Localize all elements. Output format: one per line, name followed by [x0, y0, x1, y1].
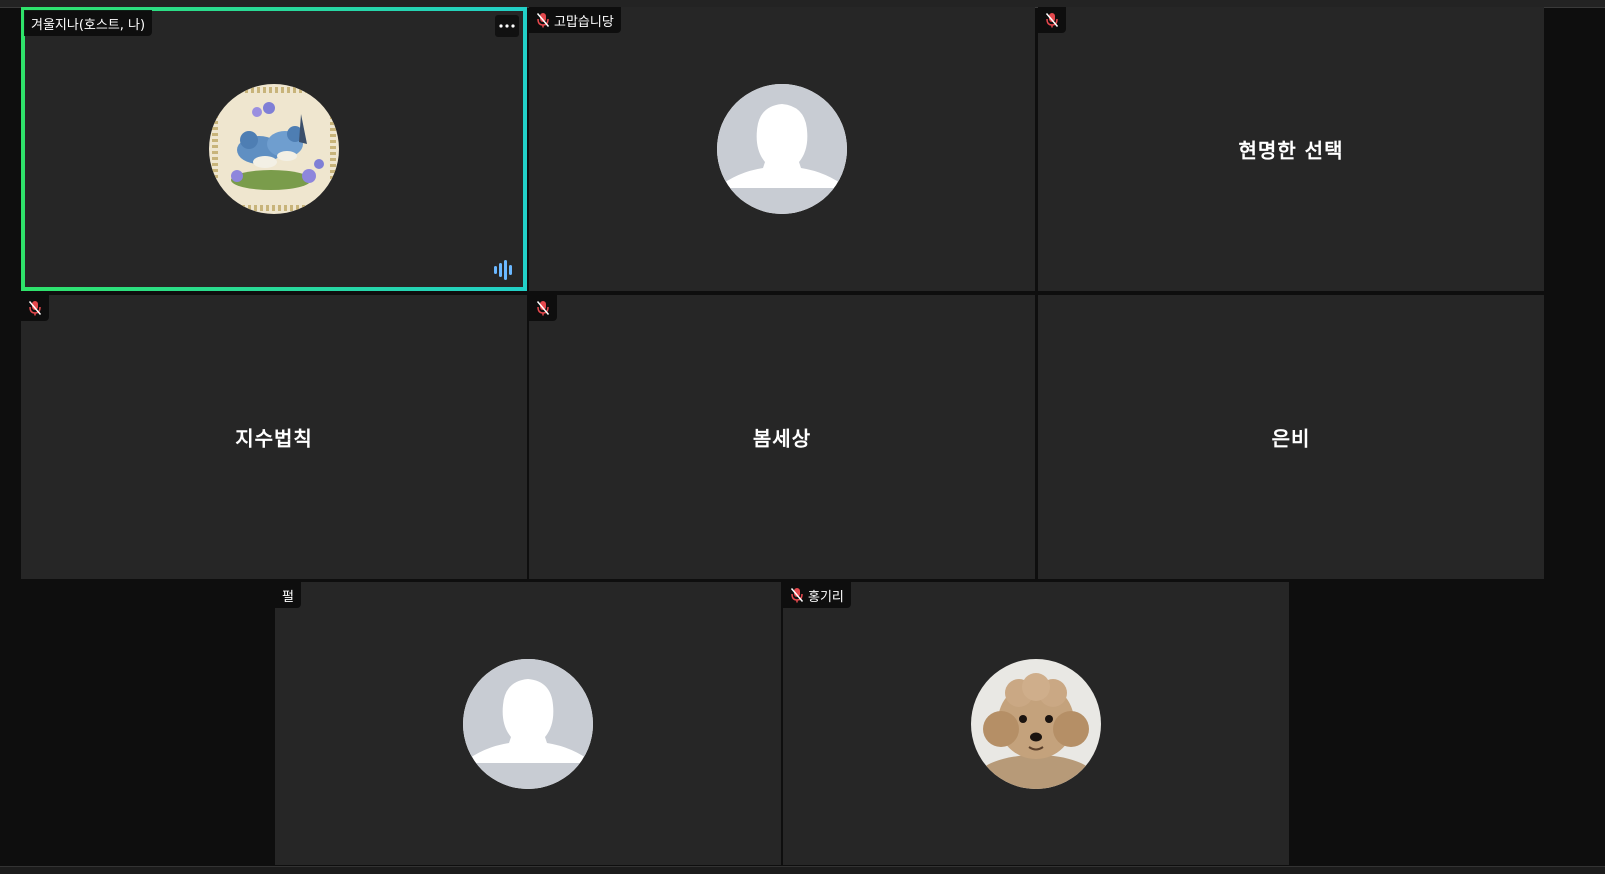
- more-options-button[interactable]: [495, 15, 519, 37]
- participant-avatar-bird: [209, 84, 339, 214]
- participant-name: 홍기리: [808, 589, 844, 605]
- muted-microphone-icon: [536, 13, 550, 28]
- participant-display-name: 현명한 선택: [1238, 138, 1344, 163]
- participant-name-tag: 고맙습니당: [529, 7, 621, 33]
- person-silhouette-icon: [717, 84, 847, 214]
- video-tile-participant[interactable]: 은비: [1038, 295, 1544, 579]
- video-tile-participant[interactable]: 펄: [275, 582, 781, 865]
- participant-display-name: 지수법칙: [235, 426, 313, 451]
- more-options-icon: [499, 24, 515, 28]
- participant-avatar-dog: [971, 658, 1101, 789]
- participant-status-tag: [1038, 7, 1066, 33]
- muted-microphone-icon: [536, 301, 550, 316]
- participant-status-tag: [21, 295, 49, 321]
- muted-microphone-icon: [1045, 13, 1059, 28]
- video-tile-participant[interactable]: 홍기리: [783, 582, 1289, 865]
- video-tile-participant[interactable]: 봄세상: [529, 295, 1035, 579]
- video-tile-host[interactable]: 겨울지나(호스트, 나): [21, 7, 527, 291]
- participant-name: 펄: [282, 589, 294, 605]
- participant-display-name: 은비: [1271, 426, 1311, 451]
- participant-name-tag: 홍기리: [783, 582, 851, 608]
- video-tile-participant[interactable]: 고맙습니당: [529, 7, 1035, 291]
- participant-name: 겨울지나(호스트, 나): [31, 17, 146, 33]
- person-silhouette-icon: [463, 658, 593, 789]
- participant-name-tag: 펄: [275, 582, 301, 608]
- participant-name-tag: 겨울지나(호스트, 나): [24, 10, 153, 36]
- muted-microphone-icon: [790, 588, 804, 603]
- participant-status-tag: [529, 295, 557, 321]
- participant-avatar-default: [717, 84, 847, 214]
- participant-display-name: 봄세상: [752, 426, 812, 451]
- audio-level-icon: [494, 260, 512, 280]
- participant-name: 고맙습니당: [554, 14, 614, 30]
- participant-avatar-default: [463, 658, 593, 789]
- video-tile-participant[interactable]: 지수법칙: [21, 295, 527, 579]
- video-tile-participant[interactable]: 현명한 선택: [1038, 7, 1544, 291]
- muted-microphone-icon: [28, 301, 42, 316]
